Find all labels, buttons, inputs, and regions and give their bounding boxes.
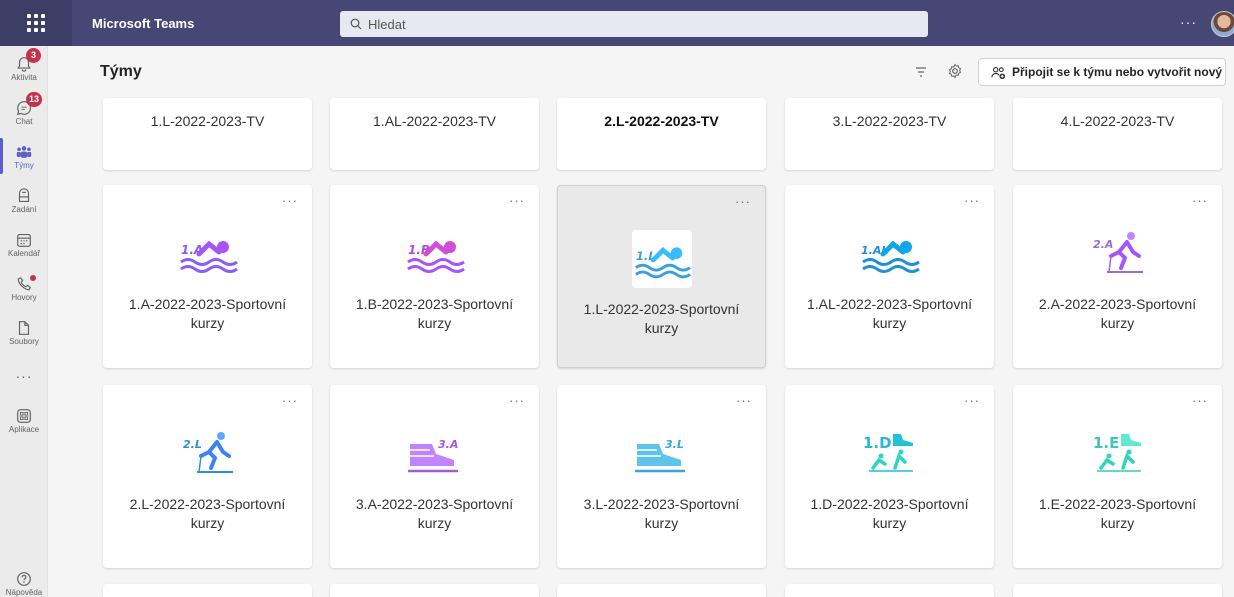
- team-name-line2: kurzy: [872, 315, 907, 331]
- team-card-selected[interactable]: ··· 1.L 1.L-2022-2023-Sportovní kurzy: [557, 185, 766, 368]
- team-more-options[interactable]: ···: [1192, 193, 1208, 208]
- team-more-options[interactable]: ···: [509, 193, 525, 208]
- team-more-options[interactable]: ···: [964, 193, 980, 208]
- team-card[interactable]: 4.L-2022-2023-TV: [1013, 98, 1222, 170]
- rail-label: Aktivita: [11, 72, 37, 82]
- skate-shoe-icon: 3.L: [630, 425, 694, 481]
- app-title: Microsoft Teams: [92, 15, 195, 31]
- team-name-line1: 1.D-2022-2023-Sportovní: [810, 496, 969, 512]
- team-more-options[interactable]: ···: [736, 393, 752, 408]
- search-icon: [350, 18, 362, 30]
- top-bar: Microsoft Teams Hledat ···: [0, 0, 1234, 46]
- add-people-icon: [991, 66, 1006, 79]
- team-name-line1: 1.L-2022-2023-Sportovní: [583, 301, 740, 317]
- search-input[interactable]: Hledat: [340, 11, 928, 37]
- skate-ski-icon: 1.E: [1086, 425, 1150, 481]
- team-name-line2: kurzy: [1100, 515, 1135, 531]
- team-name-line2: kurzy: [190, 315, 225, 331]
- avatar[interactable]: [1211, 11, 1234, 37]
- filter-icon[interactable]: [914, 65, 928, 79]
- activity-badge: 3: [26, 48, 41, 63]
- team-card[interactable]: [1013, 584, 1222, 597]
- team-name-line2: kurzy: [644, 515, 679, 531]
- team-card[interactable]: ··· 1.E 1.E-2022-2023-Sportovní kurzy: [1013, 385, 1222, 568]
- team-card[interactable]: ··· 3.A 3.A-2022-2023-Sportovní kurzy: [330, 385, 539, 568]
- team-card[interactable]: ··· 3.L 3.L-2022-2023-Sportovní kurzy: [557, 385, 766, 568]
- team-card[interactable]: ··· 1.D 1.D-2022-2023-Sportovní kurzy: [785, 385, 994, 568]
- team-more-options[interactable]: ···: [282, 193, 298, 208]
- team-card[interactable]: 2.L-2022-2023-TV: [557, 98, 766, 170]
- more-options-button[interactable]: ···: [1180, 14, 1197, 30]
- team-name-line2: kurzy: [872, 515, 907, 531]
- team-name-line1: 1.AL-2022-2023-Sportovní: [807, 296, 972, 312]
- team-name-line1: 1.A-2022-2023-Sportovní: [128, 296, 287, 312]
- team-name-line1: 2.L-2022-2023-Sportovní: [129, 496, 286, 512]
- team-name: 1.AL-2022-2023-TV: [373, 113, 496, 129]
- svg-text:1.D: 1.D: [863, 434, 892, 452]
- swimmer-icon: 1.L: [631, 230, 692, 288]
- team-more-options[interactable]: ···: [735, 194, 751, 209]
- gear-icon[interactable]: [947, 63, 963, 79]
- team-name-line2: kurzy: [1100, 315, 1135, 331]
- swimmer-icon: 1.B: [403, 225, 467, 281]
- waffle-icon: [27, 14, 45, 32]
- svg-text:1.E: 1.E: [1093, 434, 1119, 452]
- team-name: 4.L-2022-2023-TV: [1060, 113, 1175, 129]
- team-name-line1: 1.E-2022-2023-Sportovní: [1038, 496, 1197, 512]
- team-card[interactable]: [330, 584, 539, 597]
- team-card[interactable]: ··· 2.A 2.A-2022-2023-Sportovní kurzy: [1013, 185, 1222, 368]
- page-title: Týmy: [100, 63, 142, 80]
- svg-text:2.A: 2.A: [1093, 238, 1113, 251]
- teams-grid: 1.L-2022-2023-TV 1.AL-2022-2023-TV 2.L-2…: [0, 98, 1234, 597]
- team-card[interactable]: ··· 1.AL 1.AL-2022-2023-Sportovní kurzy: [785, 185, 994, 368]
- team-card[interactable]: ··· 1.B 1.B-2022-2023-Sportovní kurzy: [330, 185, 539, 368]
- team-more-options[interactable]: ···: [509, 393, 525, 408]
- team-name: 2.L-2022-2023-TV: [604, 113, 719, 129]
- team-card[interactable]: [557, 584, 766, 597]
- search-placeholder: Hledat: [368, 16, 406, 32]
- svg-text:2.L: 2.L: [183, 438, 202, 451]
- page-header: Týmy Připojit se k týmu nebo vytvořit no…: [48, 46, 1234, 98]
- team-name-line2: kurzy: [190, 515, 225, 531]
- team-card[interactable]: ··· 1.A 1.A-2022-2023-Sportovní kurzy: [103, 185, 312, 368]
- join-or-create-team-button[interactable]: Připojit se k týmu nebo vytvořit nový: [978, 58, 1226, 86]
- team-name-line1: 3.A-2022-2023-Sportovní: [355, 496, 514, 512]
- team-card[interactable]: 1.AL-2022-2023-TV: [330, 98, 539, 170]
- team-name-line1: 2.A-2022-2023-Sportovní: [1038, 296, 1197, 312]
- team-more-options[interactable]: ···: [282, 393, 298, 408]
- app-launcher-button[interactable]: [0, 0, 72, 46]
- join-button-label: Připojit se k týmu nebo vytvořit nový: [1012, 65, 1223, 79]
- team-name-line2: kurzy: [644, 320, 679, 336]
- skier-icon: 2.A: [1086, 225, 1150, 281]
- skate-ski-icon: 1.D: [858, 425, 922, 481]
- team-name: 3.L-2022-2023-TV: [832, 113, 947, 129]
- team-more-options[interactable]: ···: [1192, 393, 1208, 408]
- skier-icon: 2.L: [176, 425, 240, 481]
- svg-text:3.L: 3.L: [665, 438, 684, 451]
- team-name-line2: kurzy: [417, 315, 452, 331]
- team-card[interactable]: [103, 584, 312, 597]
- swimmer-icon: 1.AL: [858, 225, 922, 281]
- team-card[interactable]: [785, 584, 994, 597]
- team-name: 1.L-2022-2023-TV: [150, 113, 265, 129]
- skate-shoe-icon: 3.A: [403, 425, 467, 481]
- team-name-line1: 3.L-2022-2023-Sportovní: [583, 496, 740, 512]
- team-name-line1: 1.B-2022-2023-Sportovní: [355, 296, 514, 312]
- team-card[interactable]: 1.L-2022-2023-TV: [103, 98, 312, 170]
- team-more-options[interactable]: ···: [964, 393, 980, 408]
- team-card[interactable]: ··· 2.L 2.L-2022-2023-Sportovní kurzy: [103, 385, 312, 568]
- svg-text:3.A: 3.A: [438, 438, 458, 451]
- team-name-line2: kurzy: [417, 515, 452, 531]
- rail-item-activity[interactable]: 3 Aktivita: [0, 46, 48, 90]
- team-card[interactable]: 3.L-2022-2023-TV: [785, 98, 994, 170]
- swimmer-icon: 1.A: [176, 225, 240, 281]
